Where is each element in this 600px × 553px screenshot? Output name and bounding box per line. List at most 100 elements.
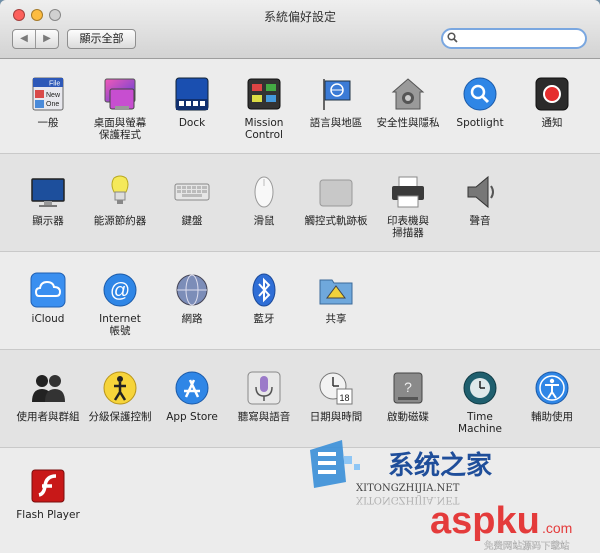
pane-label: 輔助使用 [531,411,573,423]
pane-flash-player[interactable]: Flash Player [12,468,84,521]
pane-label: 啟動磁碟 [387,411,429,423]
sharing-icon [318,272,354,308]
pane-internet-accounts[interactable]: @ Internet 帳號 [84,272,156,337]
keyboard-icon [174,174,210,210]
pane-label: 分級保護控制 [88,411,152,423]
back-forward-control: ◀ ▶ [12,29,59,49]
energy-saver-icon [102,174,138,210]
pane-printer-scanner[interactable]: 印表機與 掃描器 [372,174,444,239]
pane-label: 顯示器 [32,215,64,227]
pane-keyboard[interactable]: 鍵盤 [156,174,228,227]
pane-label: Spotlight [456,117,504,129]
mission-control-icon [246,76,282,112]
pane-language-region[interactable]: 語言與地區 [300,76,372,129]
svg-text:18: 18 [339,393,349,403]
system-preferences-window: 系統偏好設定 ◀ ▶ 顯示全部 File New One 一般 桌面與螢幕 保護… [0,0,600,553]
pane-label: 觸控式軌跡板 [304,215,368,227]
time-machine-icon [462,370,498,406]
pane-label: 桌面與螢幕 保護程式 [93,117,147,141]
pane-time-machine[interactable]: Time Machine [444,370,516,435]
users-groups-icon [30,370,66,406]
pane-label: 安全性與隱私 [376,117,440,129]
dictation-speech-icon [246,370,282,406]
pane-users-groups[interactable]: 使用者與群組 [12,370,84,423]
pane-label: 共享 [325,313,347,325]
general-icon: File New One [30,76,66,112]
startup-disk-icon: ? [390,370,426,406]
accessibility-icon [534,370,570,406]
svg-text:?: ? [404,379,412,395]
pane-mission-control[interactable]: Mission Control [228,76,300,141]
notifications-icon [534,76,570,112]
pane-network[interactable]: 網路 [156,272,228,325]
pane-energy-saver[interactable]: 能源節約器 [84,174,156,227]
dock-icon [174,76,210,112]
pane-label: 網路 [181,313,203,325]
spotlight-icon [462,76,498,112]
pane-label: 聲音 [469,215,491,227]
pane-dock[interactable]: Dock [156,76,228,129]
language-region-icon [318,76,354,112]
pane-accessibility[interactable]: 輔助使用 [516,370,588,423]
pane-parental-controls[interactable]: 分級保護控制 [84,370,156,423]
pane-displays[interactable]: 顯示器 [12,174,84,227]
parental-controls-icon [102,370,138,406]
svg-text:File: File [49,81,60,88]
search-field[interactable] [441,28,587,49]
pane-label: 日期與時間 [309,411,363,423]
show-all-button[interactable]: 顯示全部 [67,29,136,49]
pane-label: 藍牙 [253,313,275,325]
pane-label: Mission Control [244,117,284,141]
pane-label: 使用者與群組 [16,411,80,423]
pane-icloud[interactable]: iCloud [12,272,84,325]
search-icon [447,32,458,46]
pane-label: 通知 [541,117,563,129]
pane-label: 語言與地區 [309,117,363,129]
window-title: 系統偏好設定 [263,10,336,24]
desktop-screensaver-icon [102,76,138,112]
flash-player-icon [30,468,66,504]
pane-date-time[interactable]: 18 日期與時間 [300,370,372,423]
svg-text:@: @ [110,280,130,302]
pane-app-store[interactable]: App Store [156,370,228,423]
svg-text:One: One [46,101,59,108]
forward-button[interactable]: ▶ [35,30,58,48]
sound-icon [462,174,498,210]
date-time-icon: 18 [318,370,354,406]
pane-security-privacy[interactable]: 安全性與隱私 [372,76,444,129]
search-input[interactable] [459,31,579,46]
mouse-icon [246,174,282,210]
svg-text:New: New [46,92,61,99]
back-button[interactable]: ◀ [13,30,35,48]
security-privacy-icon [390,76,426,112]
bluetooth-icon [246,272,282,308]
pane-label: iCloud [31,313,65,325]
pane-spotlight[interactable]: Spotlight [444,76,516,129]
pane-label: 滑鼠 [253,215,275,227]
app-store-icon [174,370,210,406]
pane-bluetooth[interactable]: 藍牙 [228,272,300,325]
trackpad-icon [318,174,354,210]
displays-icon [30,174,66,210]
pane-sharing[interactable]: 共享 [300,272,372,325]
pane-notifications[interactable]: 通知 [516,76,588,129]
pane-desktop-screensaver[interactable]: 桌面與螢幕 保護程式 [84,76,156,141]
pane-label: 鍵盤 [181,215,203,227]
pane-label: Time Machine [458,411,502,435]
pane-label: 能源節約器 [93,215,147,227]
pane-label: Internet 帳號 [99,313,141,337]
toolbar: 系統偏好設定 ◀ ▶ 顯示全部 [0,0,600,59]
pane-label: Dock [178,117,206,129]
pane-trackpad[interactable]: 觸控式軌跡板 [300,174,372,227]
pane-label: Flash Player [16,509,80,521]
icloud-icon [30,272,66,308]
pane-mouse[interactable]: 滑鼠 [228,174,300,227]
internet-accounts-icon: @ [102,272,138,308]
pane-label: 印表機與 掃描器 [387,215,429,239]
network-icon [174,272,210,308]
pane-dictation-speech[interactable]: 聽寫與語音 [228,370,300,423]
pane-label: 一般 [37,117,59,129]
pane-general[interactable]: File New One 一般 [12,76,84,129]
pane-startup-disk[interactable]: ? 啟動磁碟 [372,370,444,423]
pane-sound[interactable]: 聲音 [444,174,516,227]
